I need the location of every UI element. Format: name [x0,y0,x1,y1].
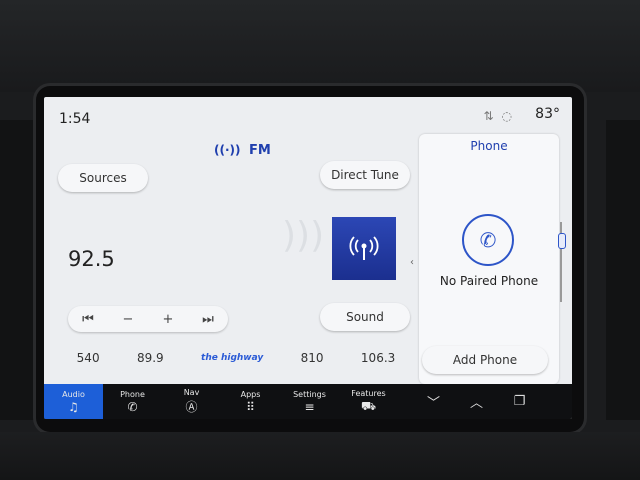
station-frequency: 92.5 [68,247,115,271]
nav-phone-label: Phone [120,389,145,399]
phone-icon: ✆ [462,214,514,266]
chevron-up-icon[interactable]: ︿ [455,384,498,419]
nav-features-label: Features [351,388,386,398]
status-bar: 1:54 ⇅◌ 83° [44,97,572,137]
seek-forward-button[interactable]: ⏭ [190,312,226,327]
add-phone-button[interactable]: Add Phone [422,346,548,374]
radio-antenna-icon: ((·)) [214,143,241,157]
dashboard-right [606,120,640,420]
phone-handset-icon: ✆ [127,399,138,414]
band-label[interactable]: ((·)) FM [214,143,271,158]
preset-1[interactable]: 540 [77,351,100,365]
nav-settings-label: Settings [293,389,326,399]
nav-apps-label: Apps [240,389,261,399]
phone-panel-title[interactable]: Phone [419,139,559,153]
navigation-icon: Ⓐ [185,400,198,414]
dashboard-bottom [0,432,640,480]
band-text: FM [249,143,271,158]
direct-tune-button[interactable]: Direct Tune [320,161,410,189]
sound-button[interactable]: Sound [320,303,410,331]
preset-2[interactable]: 89.9 [137,351,164,365]
chevron-left-icon[interactable]: ‹ [410,257,414,268]
apps-grid-icon: ⠿ [246,399,255,414]
dashboard-left [0,120,34,420]
nav-phone[interactable]: Phone ✆ [103,384,162,419]
bottom-nav: Audio ♫ Phone ✆ Nav Ⓐ Apps ⠿ Settings ≡ … [44,384,572,419]
chevron-down-icon[interactable]: ﹀ [412,384,455,419]
nav-nav-label: Nav [183,388,200,397]
sources-button[interactable]: Sources [58,164,148,192]
windows-icon[interactable]: ❐ [498,384,541,419]
preset-page-indicator [232,372,262,387]
station-art [332,217,396,280]
preset-4[interactable]: 810 [301,351,324,365]
settings-sliders-icon: ≡ [304,399,315,414]
phone-status: No Paired Phone [439,274,539,288]
nav-settings[interactable]: Settings ≡ [280,384,339,419]
panel-scroll-thumb[interactable] [558,233,566,249]
radio-tower-icon [349,235,379,260]
preset-5[interactable]: 106.3 [361,351,395,365]
tune-down-button[interactable]: − [110,312,146,327]
nav-nav[interactable]: Nav Ⓐ [162,384,221,419]
tuning-controls: ⏮ − + ⏭ [68,306,228,332]
infotainment-screen: 1:54 ⇅◌ 83° ((·)) FM Sources Direct Tune… [44,97,572,419]
preset-3[interactable]: the highway [201,353,263,363]
nav-audio[interactable]: Audio ♫ [44,384,103,419]
nav-apps[interactable]: Apps ⠿ [221,384,280,419]
data-signal-icon: ⇅◌ [483,109,520,123]
clock: 1:54 [59,111,91,127]
outside-temperature: 83° [535,106,560,122]
seek-back-button[interactable]: ⏮ [70,312,106,327]
music-note-icon: ♫ [68,399,79,414]
signal-waves-icon: ))) [282,215,325,256]
preset-bar: 540 89.9 the highway 810 106.3 [58,340,414,376]
dashboard-top [0,0,640,92]
tune-up-button[interactable]: + [150,312,186,327]
nav-audio-label: Audio [62,389,85,399]
nav-features[interactable]: Features ⛟ [339,384,398,419]
car-icon: ⛟ [360,398,377,413]
